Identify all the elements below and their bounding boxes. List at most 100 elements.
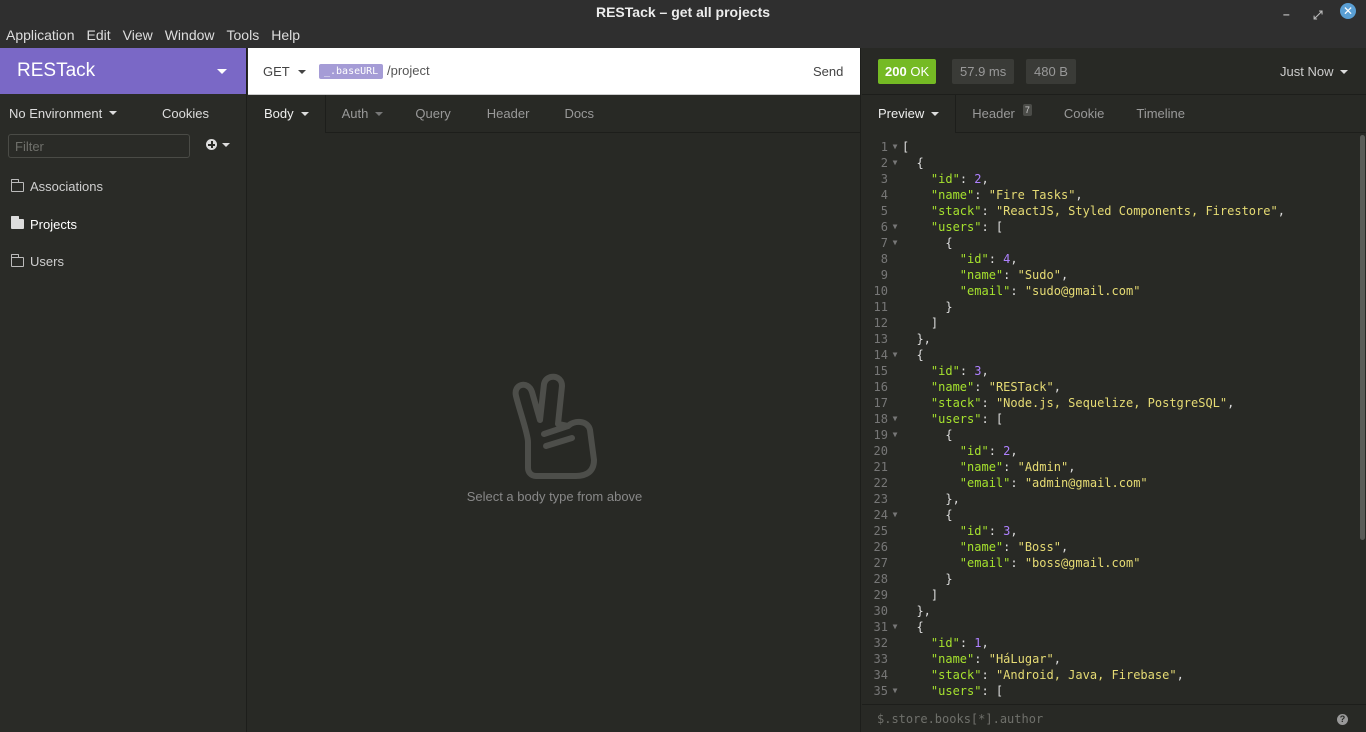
tab-header[interactable]: Header <box>467 95 546 133</box>
fold-toggle-icon[interactable]: ▼ <box>888 139 902 155</box>
url-variable-tag[interactable]: _.baseURL <box>319 64 384 79</box>
environment-row: No Environment Cookies <box>0 94 246 132</box>
fold-toggle-icon[interactable]: ▼ <box>888 619 902 635</box>
url-input[interactable]: /project <box>387 63 430 78</box>
workspace-name: RESTack <box>17 60 96 81</box>
tab-cookie[interactable]: Cookie <box>1048 95 1120 133</box>
environment-dropdown[interactable]: No Environment <box>0 106 160 121</box>
filter-input[interactable] <box>8 134 190 158</box>
folder-icon <box>10 178 24 192</box>
code-token: { <box>902 508 953 522</box>
jsonpath-filter-input[interactable] <box>870 709 1330 729</box>
code-token: "name" <box>930 188 975 202</box>
line-number: 19 <box>873 428 888 442</box>
minimize-icon[interactable]: – <box>1283 2 1290 26</box>
sidebar-folder-users[interactable]: Users <box>0 243 246 281</box>
chevron-down-icon <box>300 112 309 116</box>
tab-query[interactable]: Query <box>399 95 466 133</box>
code-token: : <box>988 444 1004 458</box>
menu-application[interactable]: Application <box>0 24 81 48</box>
tab-preview[interactable]: Preview <box>862 95 957 133</box>
code-line: 25 "id": 3, <box>862 523 1359 539</box>
fold-toggle-icon[interactable]: ▼ <box>888 411 902 427</box>
tab-label: Header <box>972 106 1015 121</box>
code-token: : <box>1010 284 1025 298</box>
line-number: 26 <box>873 540 888 554</box>
code-token: { <box>902 620 924 634</box>
tab-label: Body <box>264 106 294 121</box>
code-token: "email" <box>959 284 1011 298</box>
fold-toggle-icon[interactable]: ▼ <box>888 235 902 251</box>
cookies-button[interactable]: Cookies <box>160 106 209 121</box>
fold-toggle-icon[interactable]: ▼ <box>888 219 902 235</box>
code-token: : <box>1010 556 1025 570</box>
fold-toggle-icon[interactable]: ▼ <box>888 347 902 363</box>
tab-body[interactable]: Body <box>248 95 326 133</box>
help-icon[interactable]: ? <box>1337 714 1348 725</box>
code-token: "sudo@gmail.com" <box>1024 284 1141 298</box>
line-number: 13 <box>873 332 888 346</box>
code-token: "id" <box>930 172 960 186</box>
code-token: , <box>1060 540 1069 554</box>
code-token: : <box>981 204 996 218</box>
code-token: : <box>1003 268 1018 282</box>
code-line: 27 "email": "boss@gmail.com" <box>862 555 1359 571</box>
code-token: , <box>1227 396 1235 410</box>
chevron-down-icon <box>931 112 940 116</box>
line-number: 25 <box>873 524 888 538</box>
fold-toggle-icon[interactable]: ▼ <box>888 683 902 699</box>
tab-docs[interactable]: Docs <box>545 95 610 133</box>
fold-toggle-icon[interactable]: ▼ <box>888 427 902 443</box>
chevron-down-icon <box>375 112 384 116</box>
fold-toggle-icon[interactable]: ▼ <box>888 507 902 523</box>
scrollbar-thumb[interactable] <box>1360 135 1365 540</box>
workspace-menu[interactable]: RESTack <box>0 48 246 94</box>
add-request-menu-button[interactable] <box>206 139 230 150</box>
code-line: 4 "name": "Fire Tasks", <box>862 187 1359 203</box>
code-token: "RESTack" <box>988 380 1054 394</box>
fold-toggle-icon[interactable]: ▼ <box>888 155 902 171</box>
code-line: 11 } <box>862 299 1359 315</box>
chevron-down-icon <box>109 111 118 115</box>
code-token: [ <box>902 140 910 154</box>
menu-tools[interactable]: Tools <box>221 24 266 48</box>
code-token: : <box>974 380 989 394</box>
code-token: "stack" <box>930 668 982 682</box>
code-line: 30 }, <box>862 603 1359 619</box>
menu-window[interactable]: Window <box>159 24 221 48</box>
sidebar-folder-associations[interactable]: Associations <box>0 168 246 206</box>
response-scrollbar[interactable] <box>1359 135 1366 704</box>
code-token: "id" <box>930 364 960 378</box>
menu-help[interactable]: Help <box>265 24 306 48</box>
response-history-dropdown[interactable]: Just Now <box>1280 64 1349 79</box>
tab-response-header[interactable]: Header 7 <box>956 95 1048 133</box>
menu-edit[interactable]: Edit <box>81 24 117 48</box>
code-token: "boss@gmail.com" <box>1024 556 1141 570</box>
code-line: 8 "id": 4, <box>862 251 1359 267</box>
request-pane: GET _.baseURL /project Send Body Auth Qu… <box>248 48 861 732</box>
tab-auth[interactable]: Auth <box>326 95 400 133</box>
tab-label: Query <box>415 106 451 121</box>
menu-view[interactable]: View <box>117 24 159 48</box>
code-token: ] <box>902 316 939 330</box>
code-token: "Sudo" <box>1017 268 1061 282</box>
send-button[interactable]: Send <box>813 64 843 79</box>
code-token: : [ <box>981 220 1004 234</box>
line-number: 28 <box>873 572 888 586</box>
response-body-viewer[interactable]: 1 ▼[2 ▼ {3 "id": 2,4 "name": "Fire Tasks",… <box>862 135 1359 704</box>
code-token: "Admin" <box>1017 460 1069 474</box>
code-line: 3 "id": 2, <box>862 171 1359 187</box>
tab-timeline[interactable]: Timeline <box>1120 95 1201 133</box>
response-pane: 200 OK 57.9 ms 480 B Just Now Preview He… <box>862 48 1366 732</box>
code-token: 3 <box>1003 524 1011 538</box>
response-tabs: Preview Header 7 Cookie Timeline <box>862 95 1366 133</box>
method-dropdown[interactable]: GET <box>263 64 306 79</box>
line-number: 15 <box>873 364 888 378</box>
close-icon[interactable]: ✕ <box>1340 3 1356 19</box>
sidebar-folder-projects[interactable]: Projects <box>0 206 246 244</box>
code-token: } <box>902 300 953 314</box>
code-token: "name" <box>930 652 975 666</box>
